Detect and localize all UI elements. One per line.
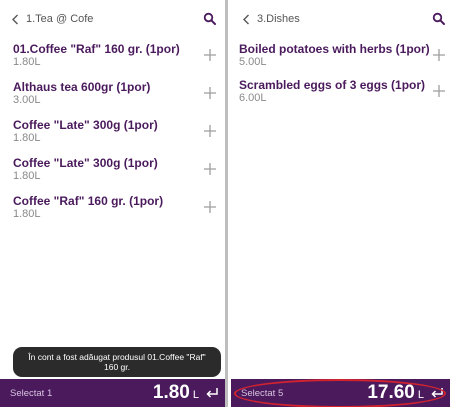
item-price: 3.00L (13, 94, 41, 106)
currency-unit: L (192, 389, 199, 401)
item-price: 6.00L (239, 92, 267, 104)
item-price: 1.80L (13, 132, 41, 144)
item-name: Scrambled eggs of 3 eggs (1por) (239, 78, 426, 92)
order-footer: Selectat 5 17.60 L (231, 379, 450, 407)
plus-icon[interactable] (432, 84, 446, 98)
category-title[interactable]: 3.Dishes (257, 13, 300, 25)
list-item[interactable]: Scrambled eggs of 3 eggs (1por) 6.00L (239, 74, 450, 110)
list-item[interactable]: Coffee "Late" 300g (1por) 1.80L (13, 152, 225, 190)
item-name: Boiled potatoes with herbs (1por) (239, 42, 430, 56)
item-price: 1.80L (13, 208, 41, 220)
plus-icon[interactable] (203, 124, 217, 138)
list-item[interactable]: Althaus tea 600gr (1por) 3.00L (13, 76, 225, 114)
list-item[interactable]: 01.Coffee "Raf" 160 gr. (1por) 1.80L (13, 38, 225, 76)
product-list: Boiled potatoes with herbs (1por) 5.00L … (231, 38, 450, 110)
total-amount: 1.80 (152, 382, 190, 403)
highlight-annotation (234, 379, 446, 407)
toast-message: În cont a fost adăugat produsul 01.Coffe… (13, 347, 221, 377)
list-item[interactable]: Boiled potatoes with herbs (1por) 5.00L (239, 38, 450, 74)
plus-icon[interactable] (203, 86, 217, 100)
plus-icon[interactable] (203, 200, 217, 214)
list-item[interactable]: Coffee "Raf" 160 gr. (1por) 1.80L (13, 190, 225, 228)
plus-icon[interactable] (203, 48, 217, 62)
item-price: 1.80L (13, 170, 41, 182)
item-name: Coffee "Raf" 160 gr. (1por) (13, 194, 164, 208)
list-item[interactable]: Coffee "Late" 300g (1por) 1.80L (13, 114, 225, 152)
left-panel: 1.Tea @ Cofe 01.Coffee "Raf" 160 gr. (1p… (0, 0, 228, 407)
item-name: Coffee "Late" 300g (1por) (13, 118, 158, 132)
order-total: 1.80 L (153, 382, 199, 404)
item-name: Althaus tea 600gr (1por) (13, 80, 151, 94)
chevron-left-icon[interactable] (239, 11, 253, 27)
panel-header: 1.Tea @ Cofe (0, 0, 225, 38)
chevron-left-icon[interactable] (8, 11, 22, 27)
enter-arrow-icon[interactable] (205, 386, 219, 400)
product-list: 01.Coffee "Raf" 160 gr. (1por) 1.80L Alt… (0, 38, 225, 228)
order-footer: Selectat 1 1.80 L (0, 379, 225, 407)
item-name: Coffee "Late" 300g (1por) (13, 156, 158, 170)
item-price: 5.00L (239, 56, 267, 68)
search-icon[interactable] (201, 10, 219, 28)
plus-icon[interactable] (432, 48, 446, 62)
right-panel: 3.Dishes Boiled potatoes with herbs (1po… (231, 0, 450, 407)
panel-header: 3.Dishes (231, 0, 450, 38)
item-price: 1.80L (13, 56, 41, 68)
selected-count[interactable]: Selectat 1 (10, 388, 52, 399)
category-title[interactable]: 1.Tea @ Cofe (26, 13, 93, 25)
search-icon[interactable] (430, 10, 448, 28)
item-name: 01.Coffee "Raf" 160 gr. (1por) (13, 42, 180, 56)
plus-icon[interactable] (203, 162, 217, 176)
